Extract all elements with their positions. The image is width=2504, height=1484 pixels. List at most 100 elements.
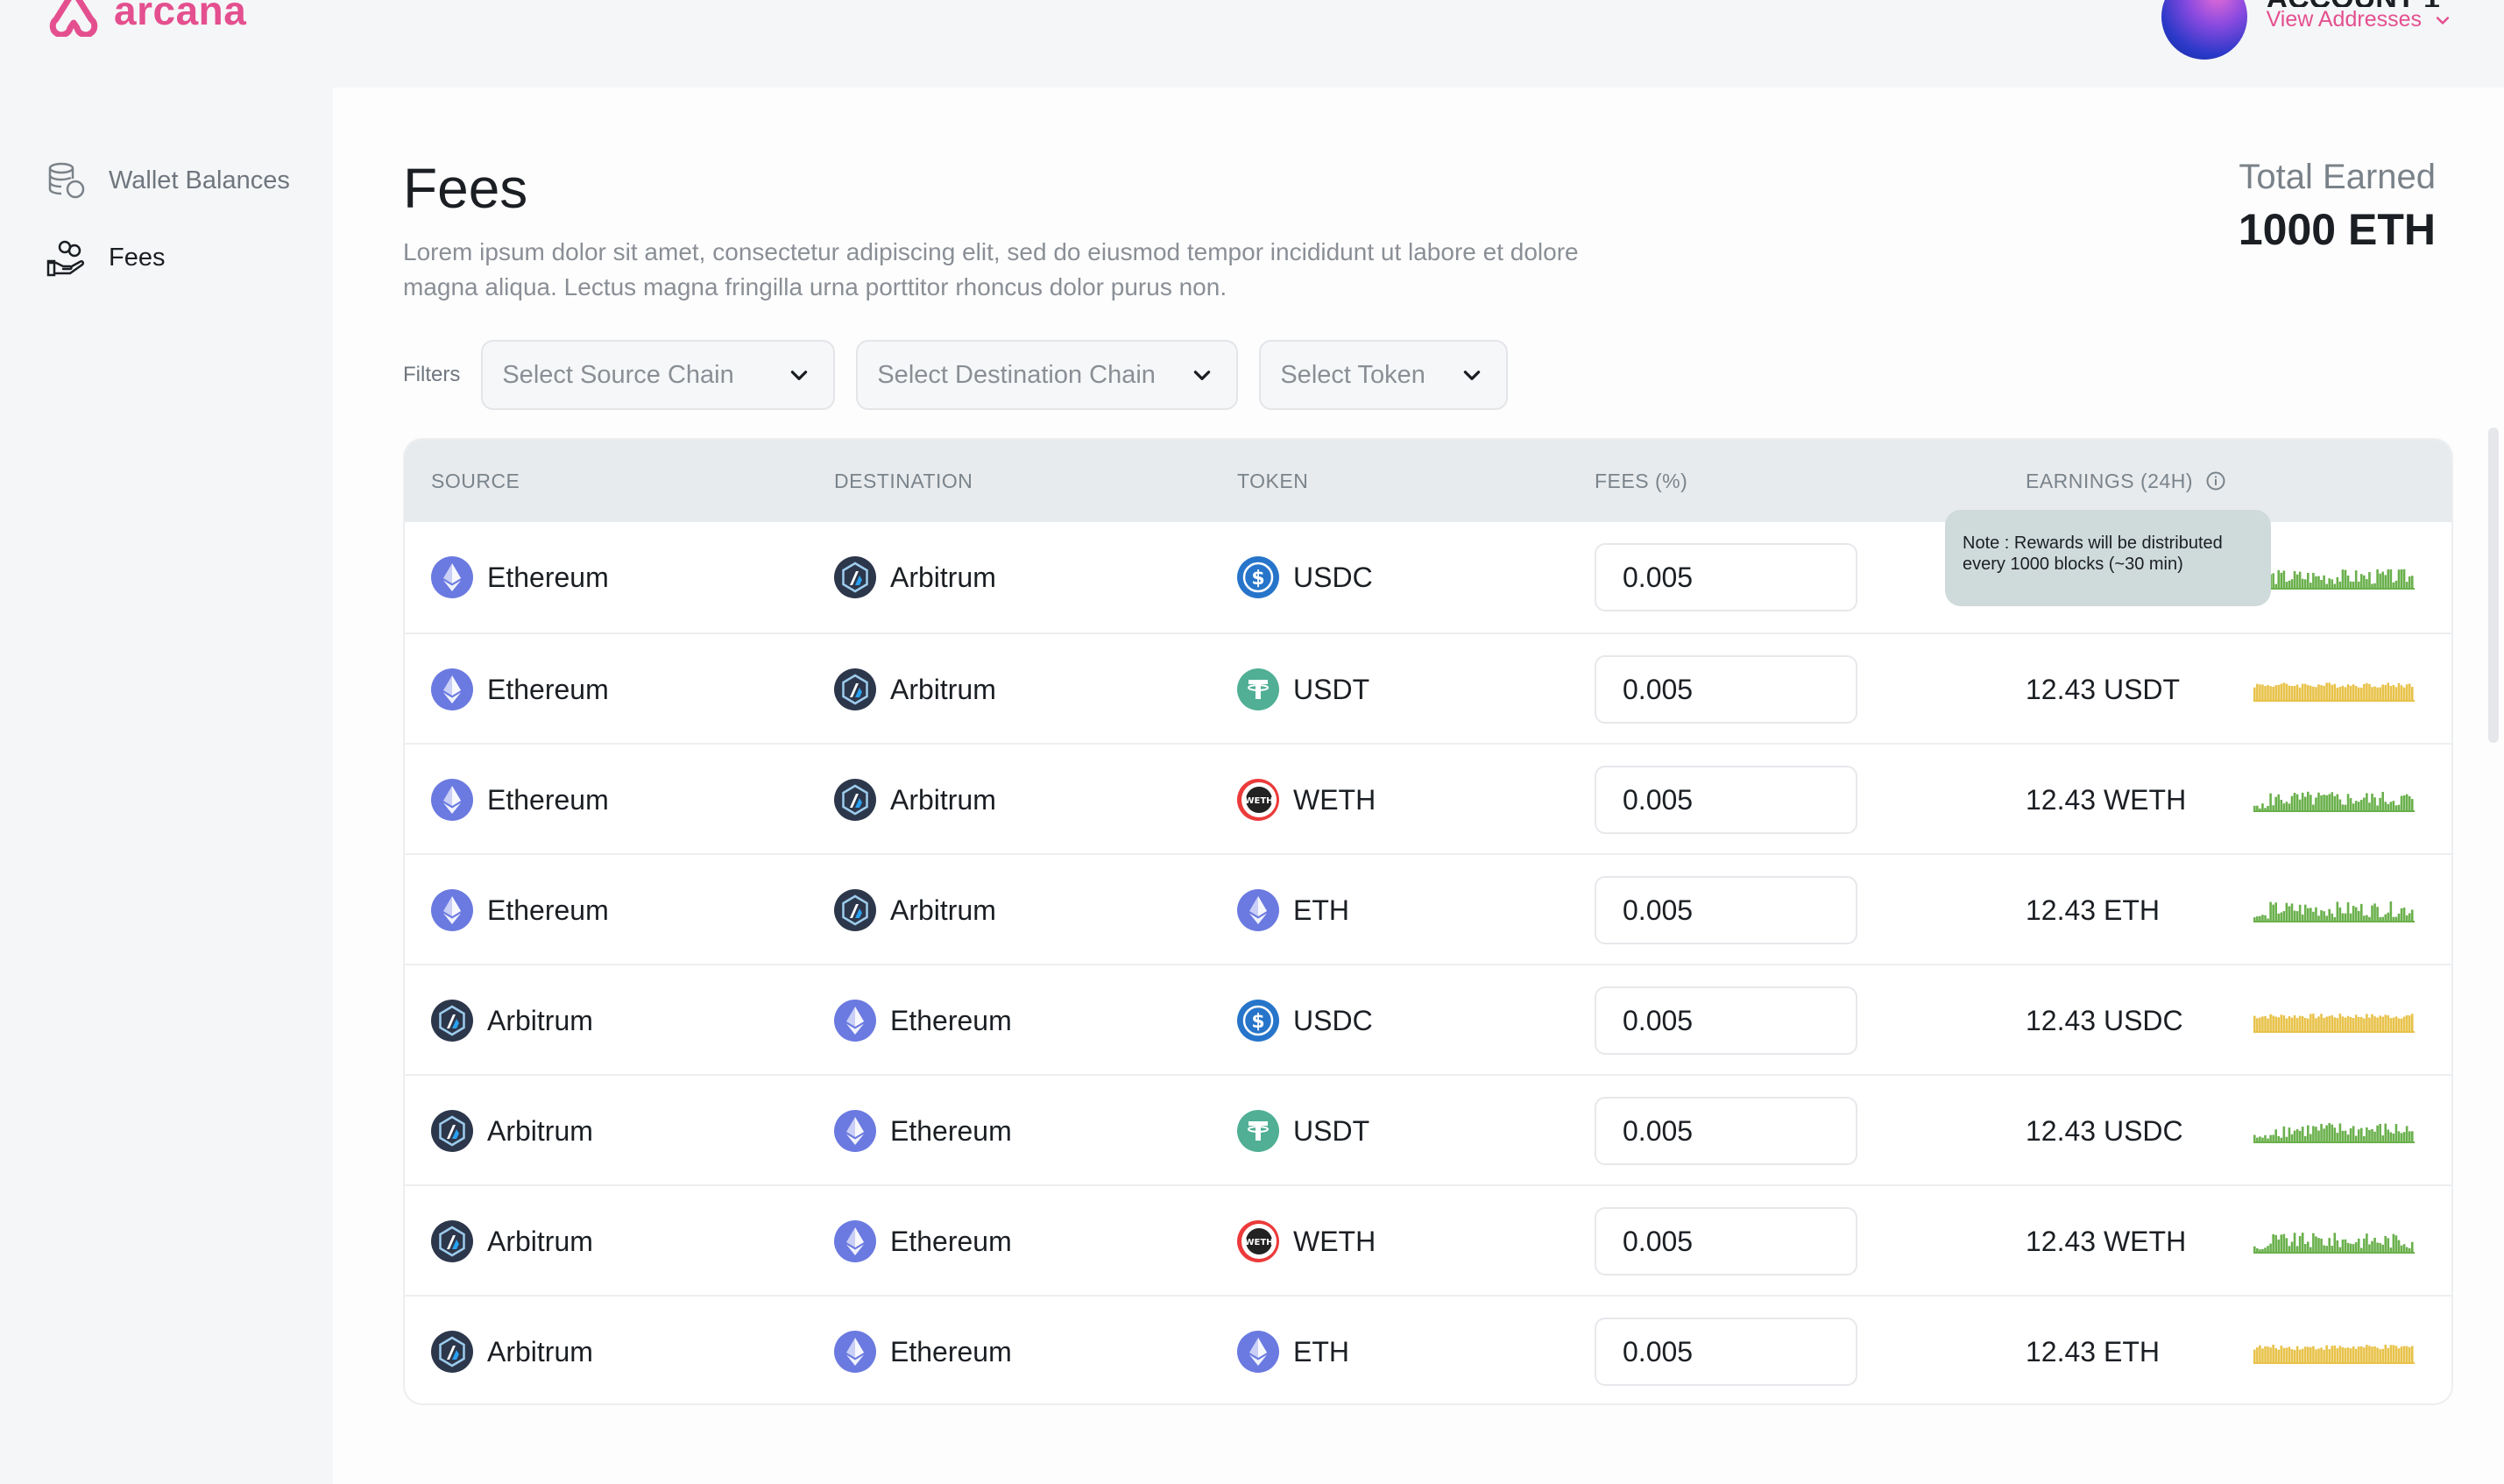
fee-input[interactable] [1595,1207,1857,1276]
brand-name: arcana [114,0,247,33]
total-earned-value: 1000 ETH [2238,205,2436,254]
ethereum-icon [834,1220,876,1262]
earnings-sparkline [2253,1345,2415,1364]
source-label: Ethereum [487,894,609,926]
fee-input[interactable] [1595,1097,1857,1165]
table-row: Arbitrum Ethereum USDT 12.43 USDC [405,1074,2451,1184]
sparkline-cell [2253,1297,2415,1403]
fee-cell [1595,855,1857,965]
source-label: Arbitrum [487,1114,593,1147]
page-description: Lorem ipsum dolor sit amet, consectetur … [403,238,1579,300]
fee-input[interactable] [1595,655,1857,724]
fee-input[interactable] [1595,766,1857,834]
info-icon[interactable] [2205,470,2226,491]
fee-cell [1595,965,1857,1076]
destination-cell: Ethereum [834,1297,1012,1405]
page-scrollbar[interactable] [2488,428,2499,743]
token-label: USDT [1293,1114,1370,1147]
earnings-sparkline [2253,1014,2415,1033]
earnings-value: 12.43 ETH [2026,1335,2160,1367]
destination-cell: Arbitrum [834,855,996,965]
hand-coins-icon [46,240,85,277]
destination-cell: Ethereum [834,965,1012,1076]
fee-cell [1595,1297,1857,1403]
ethereum-icon [834,1110,876,1152]
source-label: Ethereum [487,561,609,593]
token-cell: USDC [1237,965,1373,1076]
fee-cell [1595,522,1857,632]
arbitrum-icon [431,1000,473,1042]
usdc-icon [1237,556,1279,598]
token-label: WETH [1293,783,1376,816]
table-row: Arbitrum Ethereum USDC 12.43 USDC [405,964,2451,1074]
source-label: Ethereum [487,673,609,705]
token-select[interactable]: Select Token [1259,340,1509,410]
brand-logo[interactable]: arcana [44,0,246,37]
earnings-value: 12.43 USDT [2026,673,2181,705]
source-cell: Ethereum [431,634,609,745]
header-fees: FEES (%) [1595,469,1688,492]
earnings-cell: 12.43 ETH [2026,855,2160,965]
earnings-sparkline [2253,791,2415,812]
token-label: ETH [1293,894,1349,926]
arbitrum-icon [431,1331,473,1373]
view-addresses-button[interactable]: View Addresses [2267,7,2451,32]
sparkline-cell [2253,1076,2415,1186]
source-cell: Arbitrum [431,1076,593,1186]
arbitrum-icon [834,668,876,710]
sidebar-item-fees[interactable]: Fees [46,237,165,279]
fees-table: SOURCE DESTINATION TOKEN FEES (%) EARNIN… [403,438,2453,1405]
fee-cell [1595,1186,1857,1297]
ethereum-icon [431,556,473,598]
sparkline-cell [2253,634,2415,745]
earnings-value: 12.43 WETH [2026,1225,2187,1257]
header-destination: DESTINATION [834,469,973,492]
token-label: WETH [1293,1225,1376,1257]
usdc-icon [1237,1000,1279,1042]
account-name: ACCOUNT 1 [2267,0,2451,7]
destination-label: Ethereum [890,1114,1012,1147]
destination-label: Arbitrum [890,783,996,816]
token-label: USDC [1293,1004,1373,1036]
table-row: Arbitrum Ethereum WETH 12.43 WETH [405,1184,2451,1295]
destination-label: Ethereum [890,1225,1012,1257]
sidebar-item-label: Wallet Balances [109,166,290,194]
sidebar-item-wallet-balances[interactable]: Wallet Balances [46,159,290,201]
eth-icon [1237,889,1279,931]
arbitrum-icon [834,556,876,598]
account-menu[interactable]: ACCOUNT 1 View Addresses [2161,0,2451,60]
header-source: SOURCE [431,469,520,492]
ethereum-icon [431,668,473,710]
token-cell: USDT [1237,634,1369,745]
account-name-label: ACCOUNT 1 [2267,0,2440,7]
chevron-down-icon [788,364,810,386]
source-chain-select[interactable]: Select Source Chain [481,340,836,410]
earnings-value: 12.43 USDC [2026,1004,2183,1036]
destination-chain-select[interactable]: Select Destination Chain [856,340,1239,410]
chevron-down-icon [2436,16,2450,25]
ethereum-icon [431,889,473,931]
earnings-sparkline [2253,1122,2415,1143]
table-row: Ethereum Arbitrum WETH 12.43 WETH [405,743,2451,853]
source-label: Ethereum [487,783,609,816]
database-wallet-icon [48,162,85,199]
source-cell: Ethereum [431,745,609,855]
ethereum-icon [834,1000,876,1042]
chevron-down-icon [1461,364,1483,386]
fee-input[interactable] [1595,876,1857,944]
fee-input[interactable] [1595,1318,1857,1386]
sidebar: Wallet Balances Fees [0,88,333,1484]
destination-chain-placeholder: Select Destination Chain [877,360,1156,389]
fee-input[interactable] [1595,543,1857,611]
view-addresses-label: View Addresses [2266,7,2422,32]
ethereum-icon [431,779,473,821]
source-cell: Arbitrum [431,1186,593,1297]
arbitrum-icon [834,889,876,931]
fee-input[interactable] [1595,986,1857,1055]
destination-label: Arbitrum [890,561,996,593]
total-earned-label: Total Earned [2239,158,2436,196]
earnings-info-tooltip: Note : Rewards will be distributed every… [1945,510,2271,606]
table-row: Ethereum Arbitrum ETH 12.43 ETH [405,853,2451,964]
weth-icon [1237,1220,1279,1262]
avatar[interactable] [2161,0,2247,60]
